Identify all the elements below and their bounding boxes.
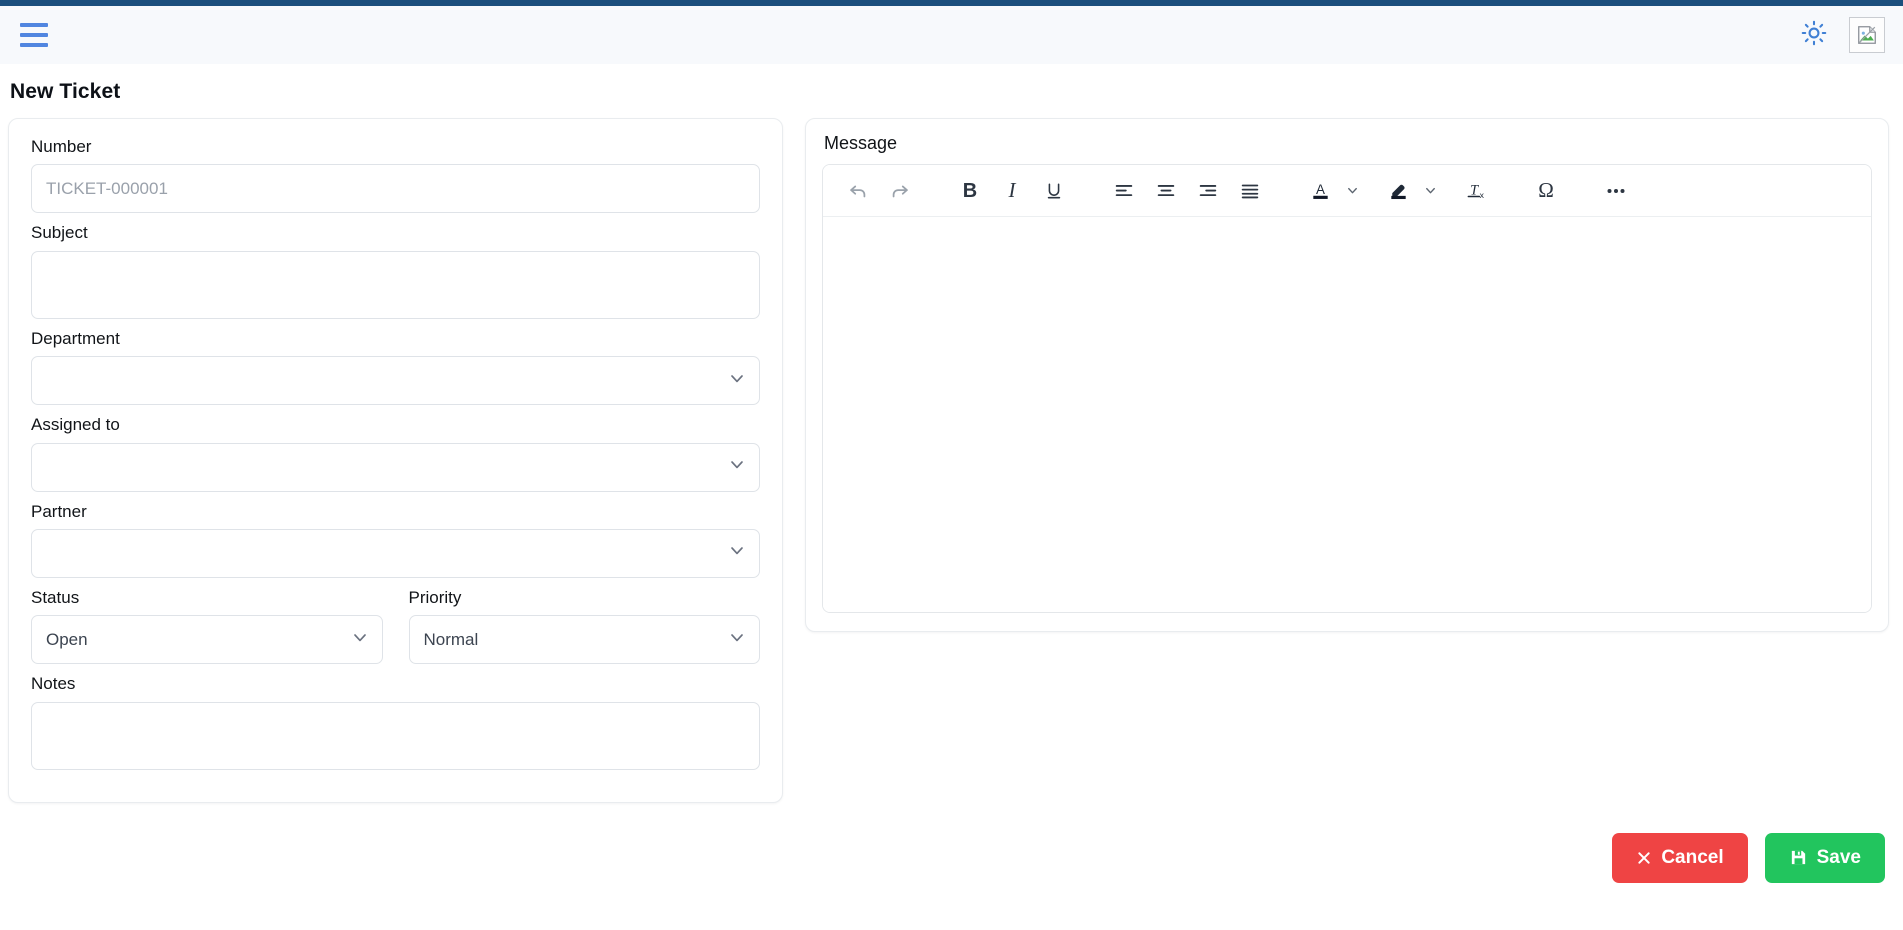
highlight-caret-icon[interactable] — [1419, 171, 1441, 211]
main-content: Number Subject Department Assigned to — [0, 118, 1903, 803]
more-options-icon[interactable] — [1595, 171, 1637, 211]
svg-text:x: x — [1479, 190, 1484, 200]
field-subject: Subject — [31, 223, 760, 319]
partner-select[interactable] — [31, 528, 760, 578]
save-button[interactable]: Save — [1764, 832, 1885, 883]
status-priority-row: Status Open Priority Normal — [31, 587, 760, 665]
assigned-to-select[interactable] — [31, 442, 760, 492]
department-select-value — [31, 356, 760, 406]
align-center-icon[interactable] — [1145, 171, 1187, 211]
form-action-bar: Cancel Save — [0, 803, 1903, 883]
label-partner: Partner — [31, 501, 87, 521]
field-priority: Priority Normal — [408, 587, 760, 665]
page-title: New Ticket — [10, 80, 121, 103]
partner-select-value — [31, 528, 760, 578]
align-right-icon[interactable] — [1187, 171, 1229, 211]
sun-brightness-icon[interactable] — [1801, 20, 1827, 51]
field-department: Department — [31, 328, 760, 406]
underline-icon[interactable] — [1033, 171, 1075, 211]
message-editor-body[interactable] — [823, 217, 1871, 612]
app-header-bar — [0, 6, 1903, 64]
cancel-button[interactable]: Cancel — [1612, 832, 1748, 883]
close-x-icon — [1636, 850, 1652, 866]
editor-toolbar: B I A T x Ω — [823, 165, 1871, 217]
message-card: Message B I A T x Ω — [805, 118, 1889, 632]
number-input[interactable] — [31, 164, 760, 214]
hamburger-menu-icon[interactable] — [16, 20, 52, 50]
highlight-color-icon[interactable] — [1377, 171, 1419, 211]
omega-label: Ω — [1538, 178, 1554, 202]
remove-format-icon[interactable]: T x — [1455, 171, 1497, 211]
label-message: Message — [824, 133, 898, 153]
save-button-label: Save — [1816, 846, 1861, 868]
italic-label: I — [1008, 178, 1016, 202]
app-header-right-group — [1801, 17, 1885, 53]
align-left-icon[interactable] — [1103, 171, 1145, 211]
rich-text-editor: B I A T x Ω — [822, 164, 1872, 613]
label-number: Number — [31, 137, 92, 156]
hamburger-bar — [20, 23, 48, 27]
priority-select[interactable]: Normal — [408, 615, 760, 665]
ticket-form-card: Number Subject Department Assigned to — [8, 118, 783, 803]
hamburger-bar — [20, 33, 48, 37]
field-status: Status Open — [31, 587, 383, 665]
label-department: Department — [31, 328, 120, 348]
font-color-icon[interactable]: A — [1299, 171, 1341, 211]
label-notes: Notes — [31, 674, 76, 694]
italic-icon[interactable]: I — [991, 171, 1033, 211]
field-number: Number — [31, 137, 760, 214]
label-assigned-to: Assigned to — [31, 415, 120, 435]
status-select[interactable]: Open — [31, 615, 383, 665]
avatar[interactable] — [1849, 17, 1885, 53]
cancel-button-label: Cancel — [1661, 846, 1724, 868]
label-subject: Subject — [31, 223, 88, 243]
label-priority: Priority — [408, 587, 462, 607]
svg-text:A: A — [1316, 182, 1325, 197]
font-color-caret-icon[interactable] — [1341, 171, 1363, 211]
field-notes: Notes — [31, 674, 760, 770]
department-select[interactable] — [31, 356, 760, 406]
priority-select-value: Normal — [408, 615, 760, 665]
broken-image-placeholder-icon — [1858, 26, 1876, 44]
redo-icon[interactable] — [879, 171, 921, 211]
notes-input[interactable] — [31, 701, 760, 770]
subject-input[interactable] — [31, 250, 760, 319]
undo-icon[interactable] — [837, 171, 879, 211]
hamburger-bar — [20, 43, 48, 47]
assigned-to-select-value — [31, 442, 760, 492]
field-partner: Partner — [31, 502, 760, 578]
bold-label: B — [962, 179, 978, 202]
floppy-disk-save-icon — [1789, 848, 1808, 867]
bold-icon[interactable]: B — [949, 171, 991, 211]
status-select-value: Open — [31, 615, 383, 665]
special-character-icon[interactable]: Ω — [1525, 171, 1567, 211]
align-justify-icon[interactable] — [1229, 171, 1271, 211]
label-status: Status — [31, 587, 80, 607]
field-assigned-to: Assigned to — [31, 415, 760, 492]
